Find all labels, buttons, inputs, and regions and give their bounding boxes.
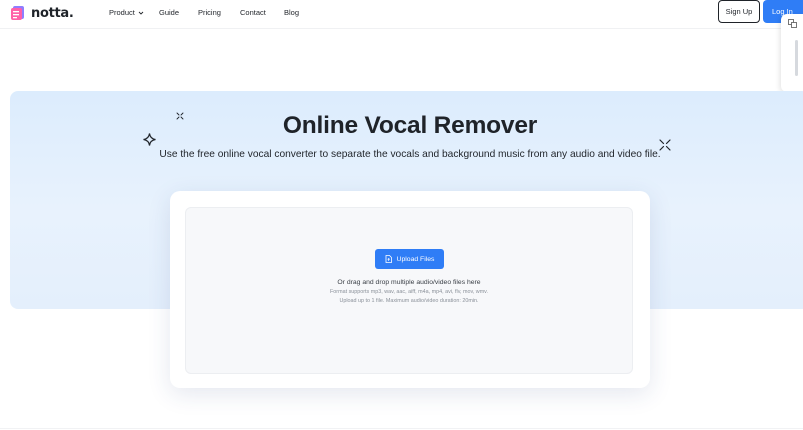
upload-file-icon (385, 255, 392, 263)
sign-up-button[interactable]: Sign Up (718, 0, 760, 23)
nav-pricing[interactable]: Pricing (198, 0, 221, 25)
chevron-down-icon (138, 11, 144, 15)
upload-files-label: Upload Files (396, 255, 435, 263)
logo-text: notta. (31, 5, 74, 21)
side-panel-scrollbar[interactable] (795, 40, 798, 76)
nav-guide[interactable]: Guide (159, 0, 179, 25)
notta-logo-icon (11, 6, 24, 20)
nav-product-label: Product (109, 8, 135, 17)
top-navigation-bar: notta. Product Guide Pricing Contact Blo… (0, 0, 803, 29)
floating-side-panel[interactable] (781, 14, 803, 92)
upload-files-button[interactable]: Upload Files (375, 249, 444, 269)
notta-logo[interactable]: notta. (10, 5, 74, 21)
upload-limits-text: Upload up to 1 file. Maximum audio/video… (339, 298, 479, 304)
supported-formats-text: Format supports mp3, wav, aac, aiff, m4a… (330, 289, 488, 295)
page-subtitle: Use the free online vocal converter to s… (159, 149, 661, 160)
section-divider (0, 428, 803, 429)
drop-instructions: Or drag and drop multiple audio/video fi… (337, 279, 481, 286)
nav-blog[interactable]: Blog (284, 0, 299, 25)
nav-contact[interactable]: Contact (240, 0, 266, 25)
translate-icon[interactable] (788, 19, 797, 28)
page-title: Online Vocal Remover (282, 112, 538, 139)
nav-product[interactable]: Product (109, 0, 144, 25)
